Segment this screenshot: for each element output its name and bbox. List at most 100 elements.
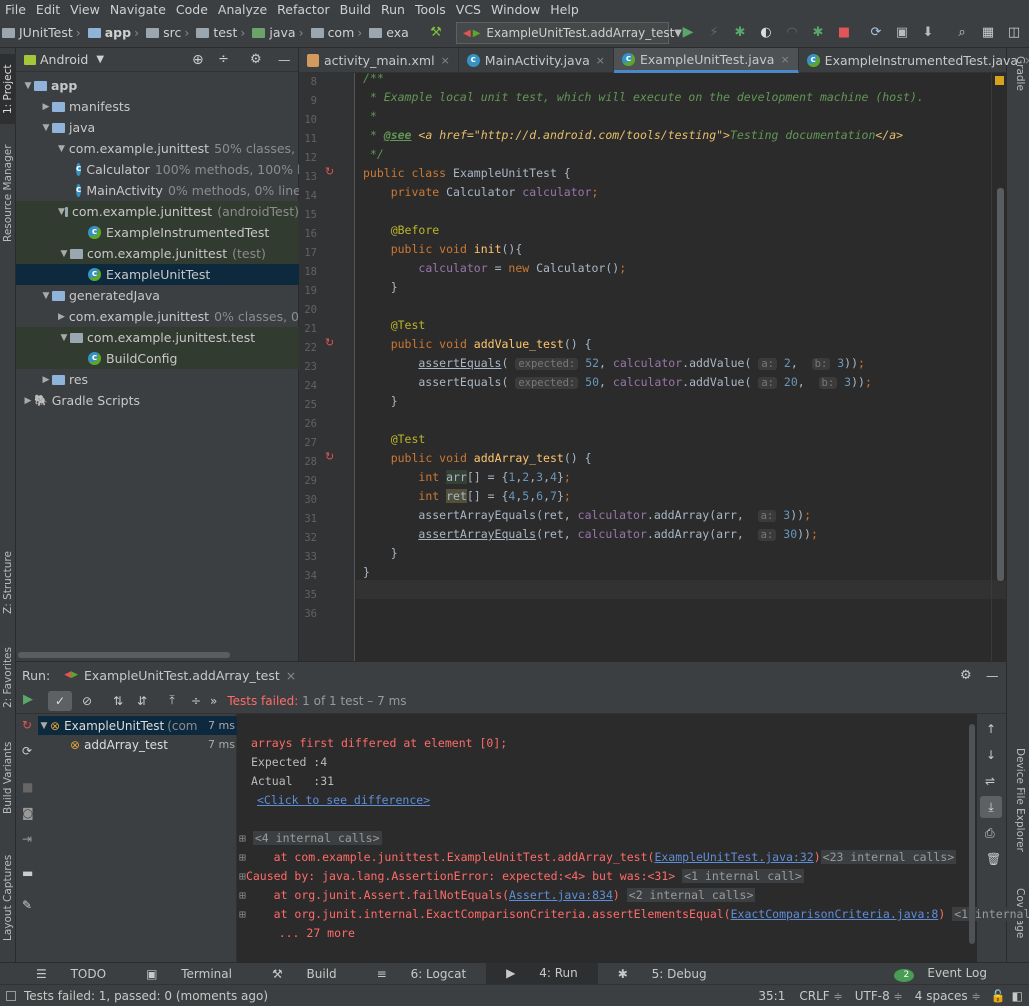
minimize-icon[interactable]: — [986,668,999,683]
tab-activity-main-xml[interactable]: activity_main.xml × [299,48,459,73]
menu-window[interactable]: Window [486,2,545,17]
rerun-failed-icon[interactable]: ↻ [22,718,32,732]
run-test-icon[interactable]: ↻ [325,165,334,178]
console-scrollbar[interactable] [969,724,975,944]
status-toggle-icon[interactable] [6,990,16,1001]
expand-arrow-icon[interactable]: ▶ [40,375,52,385]
scroll-down-icon[interactable]: ↓ [986,748,996,762]
tool-tab-favorites[interactable]: 2: Favorites [0,638,16,718]
sort-duration-icon[interactable]: ⇵ [132,694,152,708]
menu-vcs[interactable]: VCS [451,2,486,17]
status-message[interactable]: Tests failed: 1, passed: 0 (moments ago) [24,989,268,1003]
test-case-row[interactable]: ⊗ addArray_test 7 ms [38,735,237,754]
tree-item[interactable]: c ExampleUnitTest [16,264,299,285]
sdk-manager-icon[interactable]: ⬇ [920,24,936,40]
expand-arrow-icon[interactable]: ▼ [40,123,52,133]
hammer-icon[interactable]: ⚒ [428,24,444,40]
close-icon[interactable]: × [286,668,296,683]
menu-view[interactable]: View [65,2,105,17]
tool-tab-device-file-explorer[interactable]: Device File Explorer [1010,748,1026,852]
test-suite-row[interactable]: ▼ ⊗ ExampleUnitTest (com 7 ms [38,716,237,735]
expand-icon[interactable]: ⊞ [239,869,246,883]
scroll-up-icon[interactable]: ↑ [986,722,996,736]
collapse-all-icon[interactable]: ÷ [186,694,206,708]
tree-item[interactable]: ▼ com.example.junittest (androidTest) [16,201,299,222]
gear-icon[interactable]: ⚙ [960,668,972,683]
import-icon[interactable]: ⇥ [22,832,32,846]
stack-link[interactable]: ExactComparisonCriteria.java:8 [731,907,939,921]
trash-icon[interactable]: 🗑 [986,852,1001,866]
project-structure-icon[interactable]: ▦ [980,24,996,40]
menu-build[interactable]: Build [335,2,376,17]
search-icon[interactable]: ⌕ [954,24,970,40]
print-icon[interactable]: ⎙ [985,826,995,841]
horizontal-scrollbar[interactable] [18,652,230,658]
menu-help[interactable]: Help [545,2,584,17]
breadcrumb-app[interactable]: app › [86,18,144,48]
line-separator-select[interactable]: CRLF ≑ [793,989,848,1003]
close-icon[interactable]: × [780,53,789,66]
pin-icon[interactable]: ✎ [22,898,32,912]
tab-mainactivity-java[interactable]: c MainActivity.java × [459,48,614,73]
gear-icon[interactable]: ⚙ [250,52,262,67]
tool-tab-project[interactable]: 1: Project [0,54,16,124]
toggle-show-ignored-icon[interactable]: ⊘ [76,694,98,708]
console-output[interactable]: arrays first differed at element [0]; Ex… [237,714,1029,962]
click-to-see-difference-link[interactable]: <Click to see difference> [257,791,430,810]
tool-tab-build[interactable]: ⚒ Build [252,967,357,981]
layout-icon[interactable]: ▬ [22,866,33,880]
tree-item[interactable]: c MainActivity 0% methods, 0% lines [16,180,299,201]
collapse-all-icon[interactable]: ÷ [218,52,229,67]
caret-position[interactable]: 35:1 [750,989,793,1003]
avd-manager-icon[interactable]: ▣ [894,24,910,40]
expand-icon[interactable]: ⊞ [239,850,246,864]
tool-tab-todo[interactable]: ☰ TODO [16,967,126,981]
expand-arrow-icon[interactable]: ▶ [22,396,34,406]
breadcrumb-example[interactable]: exar [367,18,410,48]
close-icon[interactable]: × [1024,54,1029,67]
menu-analyze[interactable]: Analyze [213,2,272,17]
apply-changes-icon[interactable]: ⚡ [706,24,722,40]
breadcrumb-project[interactable]: JUnitTest › [0,18,86,48]
menu-file[interactable]: File [0,2,31,17]
tool-tab-layout-captures[interactable]: Layout Captures [0,848,16,948]
layout-icon[interactable]: ◫ [1006,24,1022,40]
project-view-select[interactable]: Android [40,52,88,67]
run-configuration-select[interactable]: ◀ ▶ ExampleUnitTest.addArray_test ▼ [456,22,682,44]
sync-gradle-icon[interactable]: ⟳ [868,24,884,40]
tool-tab-terminal[interactable]: ▣ Terminal [126,967,252,981]
tree-item[interactable]: c Calculator 100% methods, 100% li [16,159,299,180]
tree-item[interactable]: ▼ com.example.junittest (test) [16,243,299,264]
breadcrumb-src[interactable]: src › [144,18,194,48]
close-icon[interactable]: × [441,54,450,67]
run-tab[interactable]: ◀ ▶ ExampleUnitTest.addArray_test × [64,668,296,683]
indent-select[interactable]: 4 spaces ≑ [909,989,987,1003]
tool-tab-build-variants[interactable]: Build Variants [0,738,16,818]
tree-item[interactable]: ▶com.example.junittest 0% classes, 0% [16,306,299,327]
debug-icon[interactable]: ✱ [732,24,748,40]
tool-tab-structure[interactable]: Z: Structure [0,543,16,623]
soft-wrap-icon[interactable]: ⇌ [985,774,995,788]
coverage-icon[interactable]: ◐ [758,24,774,40]
run-icon[interactable]: ▶ [680,24,696,40]
expand-all-icon[interactable]: ⤒ [162,693,182,708]
tree-item[interactable]: ▼ java [16,117,299,138]
locate-icon[interactable]: ⊕ [192,52,204,68]
breadcrumb-test[interactable]: test › [194,18,250,48]
tree-item[interactable]: ▼ app [16,75,299,96]
menu-tools[interactable]: Tools [410,2,451,17]
stop-icon[interactable]: ■ [836,24,852,40]
tree-item[interactable]: c BuildConfig [16,348,299,369]
menu-navigate[interactable]: Navigate [105,2,171,17]
menu-edit[interactable]: Edit [31,2,65,17]
stack-link[interactable]: Assert.java:834 [509,888,613,902]
tree-item[interactable]: ▼com.example.junittest 50% classes, 62 [16,138,299,159]
tree-item[interactable]: ▶ manifests [16,96,299,117]
tree-item[interactable]: c ExampleInstrumentedTest [16,222,299,243]
toggle-auto-test-icon[interactable]: ⟳ [22,744,32,758]
tree-item[interactable]: ▶ 🐘 Gradle Scripts [16,390,299,411]
expand-arrow-icon[interactable]: ▼ [22,81,34,91]
tree-item[interactable]: ▶ res [16,369,299,390]
expand-arrow-icon[interactable]: ▼ [40,291,52,301]
expand-icon[interactable]: ⊞ [239,907,246,921]
